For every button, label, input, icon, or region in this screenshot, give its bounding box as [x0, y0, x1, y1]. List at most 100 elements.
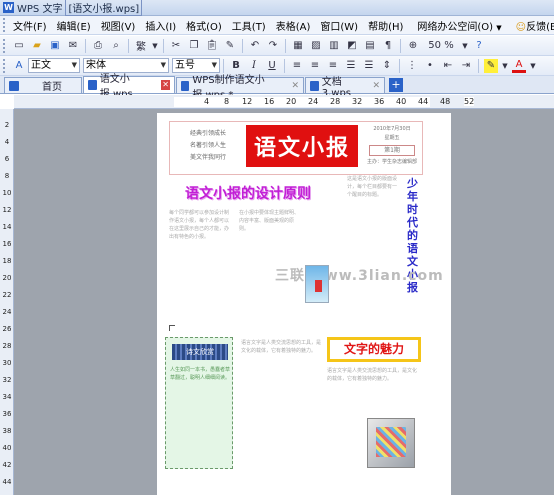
style-select[interactable]: 正文 ▼: [28, 58, 80, 73]
vruler-number: 8: [4, 172, 10, 180]
redo-icon[interactable]: ↷: [266, 39, 280, 53]
new-document-icon[interactable]: ▭: [12, 39, 26, 53]
figure-shape: [315, 280, 322, 292]
vruler-number: 34: [2, 393, 12, 401]
body-text-column-1[interactable]: 每个同学都可以参加设计制作语文小报，每个人都可以在这里展示自己的才能，办出有特色…: [169, 209, 233, 319]
zoom-icon[interactable]: ⊕: [406, 39, 420, 53]
paste-icon[interactable]: 📋︎: [205, 39, 219, 53]
new-tab-plus-icon[interactable]: +: [389, 78, 403, 92]
document-title: [语文小报.wps]: [65, 0, 143, 16]
cut-icon[interactable]: ✂: [169, 39, 183, 53]
ruler-number: 24: [308, 97, 319, 106]
help-icon[interactable]: ?: [472, 39, 486, 53]
traditional-chinese-button[interactable]: 繁: [134, 39, 148, 53]
menu-tools[interactable]: 工具(T): [227, 18, 271, 33]
poetry-body-text: 人生如同一本书，愚蠢者草草翻过，聪明人细细阅读。: [170, 367, 230, 381]
tab-document-3[interactable]: 文档 3.wps ✕: [305, 77, 385, 99]
font-color-icon[interactable]: A: [512, 59, 526, 73]
vertical-ruler[interactable]: 2 4 6 8 10 12 14 16 18 20 22 24 26 28 30…: [0, 109, 14, 495]
close-tab-icon[interactable]: ✕: [291, 81, 299, 91]
article-title-charm-of-words[interactable]: 文字的魅力: [327, 337, 421, 362]
format-painter-icon[interactable]: ✎: [223, 39, 237, 53]
newspaper-header[interactable]: 经典引领成长 名著引领人生 美文伴我同行 语文小报 2010年7月30日 星期五…: [169, 121, 423, 175]
tab-wps-zhizuo[interactable]: WPS制作语文小报.wps *✕: [176, 75, 304, 101]
open-folder-icon[interactable]: ▰: [30, 39, 44, 53]
menu-view[interactable]: 视图(V): [96, 18, 141, 33]
menu-online-office[interactable]: 网络办公空间(O) ▼: [412, 18, 506, 33]
paragraph-mark-icon[interactable]: ¶: [381, 39, 395, 53]
copy-icon[interactable]: ❐: [187, 39, 201, 53]
tab-home[interactable]: 首页: [4, 77, 82, 93]
document-page[interactable]: 经典引领成长 名著引领人生 美文伴我同行 语文小报 2010年7月30日 星期五…: [157, 113, 451, 495]
chevron-down-icon[interactable]: ▼: [530, 59, 536, 73]
poetry-text-box[interactable]: 诗文欣赏 人生如同一本书，愚蠢者草草翻过，聪明人细细阅读。: [165, 337, 233, 469]
numbered-list-icon[interactable]: ⋮: [405, 59, 419, 73]
toolbar-separator: [242, 38, 243, 53]
menu-feedback[interactable]: ☺反馈(B): [511, 18, 554, 33]
article-title-design-principles[interactable]: 语文小报的设计原则: [185, 183, 311, 203]
body-text-column-3[interactable]: 这是语文小报的版面设计，每个栏目都要有一个醒目的标题。: [347, 175, 401, 325]
close-tab-icon[interactable]: ✕: [372, 81, 380, 91]
highlight-icon[interactable]: ✎: [484, 58, 498, 73]
print-preview-icon[interactable]: ⌕: [109, 39, 123, 53]
menu-edit[interactable]: 编辑(E): [52, 18, 96, 33]
title-bar: W WPS 文字 [语文小报.wps]: [0, 0, 554, 16]
close-tab-icon[interactable]: ✕: [161, 80, 170, 90]
columns-icon[interactable]: ▤: [363, 39, 377, 53]
align-center-icon[interactable]: ≡: [308, 59, 322, 73]
menu-format[interactable]: 格式(O): [181, 18, 227, 33]
toolbar-separator: [128, 38, 129, 53]
ruler-number: 36: [374, 97, 385, 106]
article-picture-1[interactable]: [305, 265, 329, 303]
header-motto: 经典引领成长: [189, 130, 226, 137]
align-right-icon[interactable]: ≡: [326, 59, 340, 73]
distributed-align-icon[interactable]: ☰: [362, 59, 376, 73]
bullet-list-icon[interactable]: •: [423, 59, 437, 73]
chevron-down-icon[interactable]: ▼: [502, 59, 508, 73]
header-mottos: 经典引领成长 名著引领人生 美文伴我同行: [176, 128, 240, 164]
align-left-icon[interactable]: ≡: [290, 59, 304, 73]
draw-icon[interactable]: ◩: [345, 39, 359, 53]
body-text-column-4[interactable]: 语言文字是人类交流思想的工具，是文化的载体，它有着独特的魅力。: [241, 339, 321, 489]
vruler-number: 10: [2, 189, 12, 197]
zoom-value[interactable]: 50 %: [424, 39, 458, 53]
ruler-number: 12: [242, 97, 253, 106]
home-icon: [9, 80, 19, 91]
undo-icon[interactable]: ↶: [248, 39, 262, 53]
ruler-number: 16: [264, 97, 275, 106]
insert-table-icon[interactable]: ▦: [291, 39, 305, 53]
menu-file[interactable]: 文件(F): [8, 18, 52, 33]
chevron-down-icon[interactable]: ▼: [152, 39, 158, 53]
align-justify-icon[interactable]: ☰: [344, 59, 358, 73]
tab-home-label: 首页: [42, 82, 62, 93]
body-text-column-2[interactable]: 在小报中要体现主题鲜明、内容丰富、版面美观的原则。: [239, 209, 303, 319]
toolbar-grip[interactable]: [3, 38, 7, 53]
line-spacing-icon[interactable]: ⇕: [380, 59, 394, 73]
increase-indent-icon[interactable]: ⇥: [459, 59, 473, 73]
menu-help[interactable]: 帮助(H): [363, 18, 408, 33]
vruler-number: 42: [2, 461, 12, 469]
insert-picture-icon[interactable]: ▨: [309, 39, 323, 53]
menu-insert[interactable]: 插入(I): [140, 18, 181, 33]
document-canvas[interactable]: 经典引领成长 名著引领人生 美文伴我同行 语文小报 2010年7月30日 星期五…: [14, 109, 554, 495]
menu-table[interactable]: 表格(A): [271, 18, 316, 33]
menu-grip[interactable]: [3, 18, 5, 32]
chevron-down-icon[interactable]: ▼: [462, 39, 468, 53]
watermark-3lian: 三联 www.3lian.com: [275, 268, 444, 284]
styles-icon[interactable]: A: [12, 59, 26, 73]
toolbar-grip[interactable]: [3, 58, 7, 73]
decrease-indent-icon[interactable]: ⇤: [441, 59, 455, 73]
toolbar-separator: [400, 38, 401, 53]
horizontal-ruler[interactable]: 4 8 12 16 20 24 28 32 36 40 44 48 52: [14, 95, 554, 109]
body-text-column-5[interactable]: 语言文字是人类交流思想的工具，是文化的载体，它有着独特的魅力。: [327, 367, 421, 417]
toolbar-separator: [399, 58, 400, 73]
tab-yuwen-xiaobao[interactable]: 语文小报.wps✕: [83, 74, 175, 100]
vruler-number: 4: [4, 138, 10, 146]
menu-window[interactable]: 窗口(W): [315, 18, 363, 33]
newspaper-banner[interactable]: 语文小报: [246, 125, 358, 167]
print-icon[interactable]: ⎙: [91, 39, 105, 53]
chart-icon[interactable]: ▥: [327, 39, 341, 53]
article-picture-2[interactable]: [367, 418, 415, 468]
save-icon[interactable]: ▣: [48, 39, 62, 53]
mail-icon[interactable]: ✉: [66, 39, 80, 53]
